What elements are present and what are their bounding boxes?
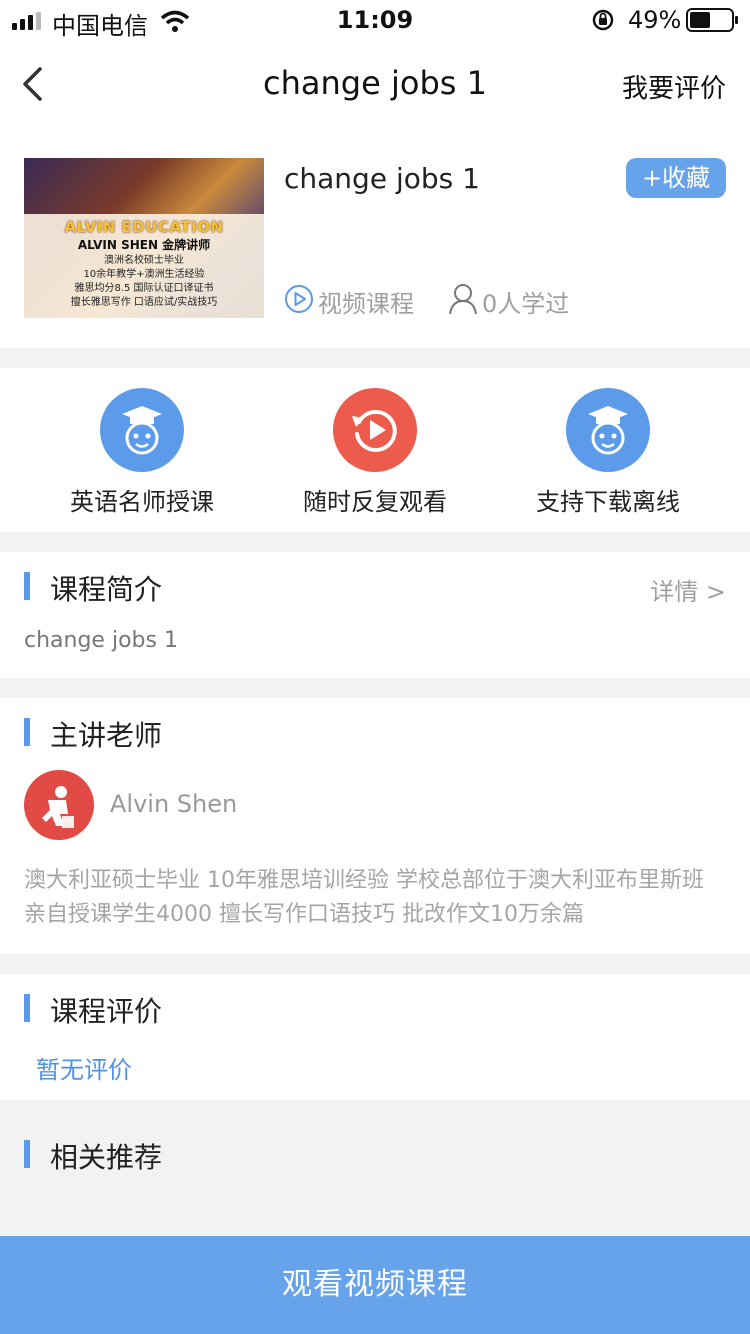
thumbnail-line: 10余年教学+澳洲生活经验 — [83, 269, 205, 280]
section-accent-bar — [24, 1140, 30, 1168]
favorite-button[interactable]: +收藏 — [626, 158, 726, 198]
learners-count: 0人学过 — [482, 290, 570, 318]
nav-bar: change jobs 1 我要评价 — [0, 40, 750, 129]
course-card: ALVIN EDUCATION ALVIN SHEN 金牌讲师 澳洲名校硕士毕业… — [0, 128, 750, 348]
avatar[interactable] — [24, 770, 94, 840]
feature-label: 随时反复观看 — [303, 488, 447, 516]
feature-item: 支持下载离线 — [488, 388, 728, 517]
play-circle-icon — [285, 285, 313, 313]
thumbnail-logo-text: ALVIN EDUCATION — [64, 218, 224, 236]
thumbnail-line: 雅思均分8.5 国际认证口译证书 — [74, 283, 214, 294]
recommend-section: 相关推荐 — [0, 1120, 750, 1200]
section-title: 课程简介 — [50, 573, 163, 606]
battery-percent: 49% — [628, 6, 682, 34]
write-review-button[interactable]: 我要评价 — [622, 68, 726, 105]
section-accent-bar — [24, 994, 30, 1022]
section-accent-bar — [24, 718, 30, 746]
section-title: 主讲老师 — [50, 719, 163, 752]
no-reviews-text: 暂无评价 — [36, 1056, 132, 1084]
feature-strip: 英语名师授课 随时反复观看 支持下载离线 — [0, 368, 750, 532]
teacher-section: 主讲老师 Alvin Shen 澳大利亚硕士毕业 10年雅思培训经验 学校总部位… — [0, 698, 750, 954]
watch-course-button[interactable]: 观看视频课程 — [0, 1236, 750, 1334]
detail-link[interactable]: 详情 > — [650, 572, 726, 607]
course-title: change jobs 1 — [284, 162, 480, 195]
intro-section: 课程简介 详情 > change jobs 1 — [0, 552, 750, 678]
status-bar: 中国电信 11:09 49% — [0, 0, 750, 40]
teacher-icon — [566, 388, 650, 472]
intro-text: change jobs 1 — [24, 628, 178, 653]
feature-item: 英语名师授课 — [22, 388, 262, 517]
feature-item: 随时反复观看 — [255, 388, 495, 517]
section-title: 相关推荐 — [50, 1141, 163, 1174]
teacher-description: 澳大利亚硕士毕业 10年雅思培训经验 学校总部位于澳大利亚布里斯班 亲自授课学生… — [24, 868, 704, 927]
feature-label: 英语名师授课 — [70, 488, 214, 516]
feature-label: 支持下载离线 — [536, 488, 680, 516]
course-thumbnail[interactable]: ALVIN EDUCATION ALVIN SHEN 金牌讲师 澳洲名校硕士毕业… — [24, 158, 264, 318]
thumbnail-line: 澳洲名校硕士毕业 — [104, 255, 184, 266]
replay-icon — [333, 388, 417, 472]
thumbnail-line: 擅长雅思写作 口语应试/实战技巧 — [70, 297, 218, 308]
reviews-section: 课程评价 暂无评价 — [0, 974, 750, 1100]
person-icon — [449, 284, 477, 315]
rotation-lock-icon — [592, 9, 614, 31]
teacher-name: Alvin Shen — [110, 790, 238, 818]
teacher-icon — [100, 388, 184, 472]
section-accent-bar — [24, 572, 30, 600]
battery-icon — [686, 8, 738, 32]
thumbnail-subtitle: ALVIN SHEN 金牌讲师 — [77, 238, 211, 252]
course-type-label: 视频课程 — [318, 290, 414, 318]
section-title: 课程评价 — [50, 995, 163, 1028]
